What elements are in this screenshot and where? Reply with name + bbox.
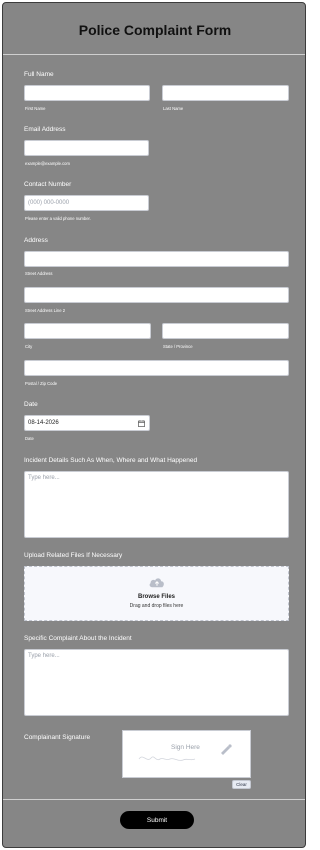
phone-sublabel: Please enter a valid phone number. xyxy=(25,216,91,221)
street-address-line2-input[interactable] xyxy=(24,287,289,303)
date-label: Date xyxy=(24,401,38,408)
phone-input[interactable]: (000) 000-0000 xyxy=(24,195,149,211)
street-address-input[interactable] xyxy=(24,251,289,267)
title-divider xyxy=(3,54,305,55)
drag-drop-hint: Drag and drop files here xyxy=(129,603,184,609)
state-sublabel: State / Province xyxy=(163,344,193,349)
calendar-icon[interactable] xyxy=(138,420,145,429)
address-label: Address xyxy=(24,237,48,244)
contact-number-label: Contact Number xyxy=(24,181,72,188)
date-input[interactable]: 08-14-2026 xyxy=(24,415,150,431)
incident-details-textarea[interactable]: Type here... xyxy=(24,471,289,538)
full-name-label: Full Name xyxy=(24,71,54,78)
footer-divider xyxy=(3,799,305,800)
date-sublabel: Date xyxy=(25,436,34,441)
email-input[interactable] xyxy=(24,140,149,156)
specific-complaint-label: Specific Complaint About the Incident xyxy=(24,635,132,642)
specific-complaint-textarea[interactable]: Type here... xyxy=(24,649,289,716)
postal-code-sublabel: Postal / Zip Code xyxy=(25,381,58,386)
first-name-sublabel: First Name xyxy=(25,106,46,111)
postal-code-input[interactable] xyxy=(24,360,289,376)
last-name-input[interactable] xyxy=(162,85,289,101)
upload-label: Upload Related Files If Necessary xyxy=(24,552,123,559)
street-address-line2-sublabel: Street Address Line 2 xyxy=(25,308,66,313)
clear-signature-button[interactable]: Clear xyxy=(232,780,251,789)
sign-here-placeholder: Sign Here xyxy=(171,744,200,751)
date-value: 08-14-2026 xyxy=(28,420,59,426)
form-title: Police Complaint Form xyxy=(78,22,232,38)
state-input[interactable] xyxy=(162,323,289,339)
email-sublabel: example@example.com xyxy=(25,161,70,166)
signature-scribble xyxy=(138,756,196,761)
last-name-sublabel: Last Name xyxy=(163,106,184,111)
signature-pad[interactable]: Sign Here xyxy=(122,730,251,778)
email-label: Email Address xyxy=(24,126,66,133)
street-address-sublabel: Street Address xyxy=(25,271,53,276)
submit-button[interactable]: Submit xyxy=(120,811,194,829)
incident-details-label: Incident Details Such As When, Where and… xyxy=(24,457,198,464)
city-input[interactable] xyxy=(24,323,151,339)
cloud-upload-icon xyxy=(149,578,164,588)
city-sublabel: City xyxy=(25,344,33,349)
signature-label: Complainant Signature xyxy=(24,734,91,741)
browse-files-button[interactable]: Browse Files xyxy=(25,594,288,600)
form-container: Police Complaint Form Full Name First Na… xyxy=(2,2,306,848)
pen-icon xyxy=(221,744,232,755)
first-name-input[interactable] xyxy=(24,85,150,101)
file-upload-dropzone[interactable]: Browse Files Drag and drop files here xyxy=(24,566,289,621)
